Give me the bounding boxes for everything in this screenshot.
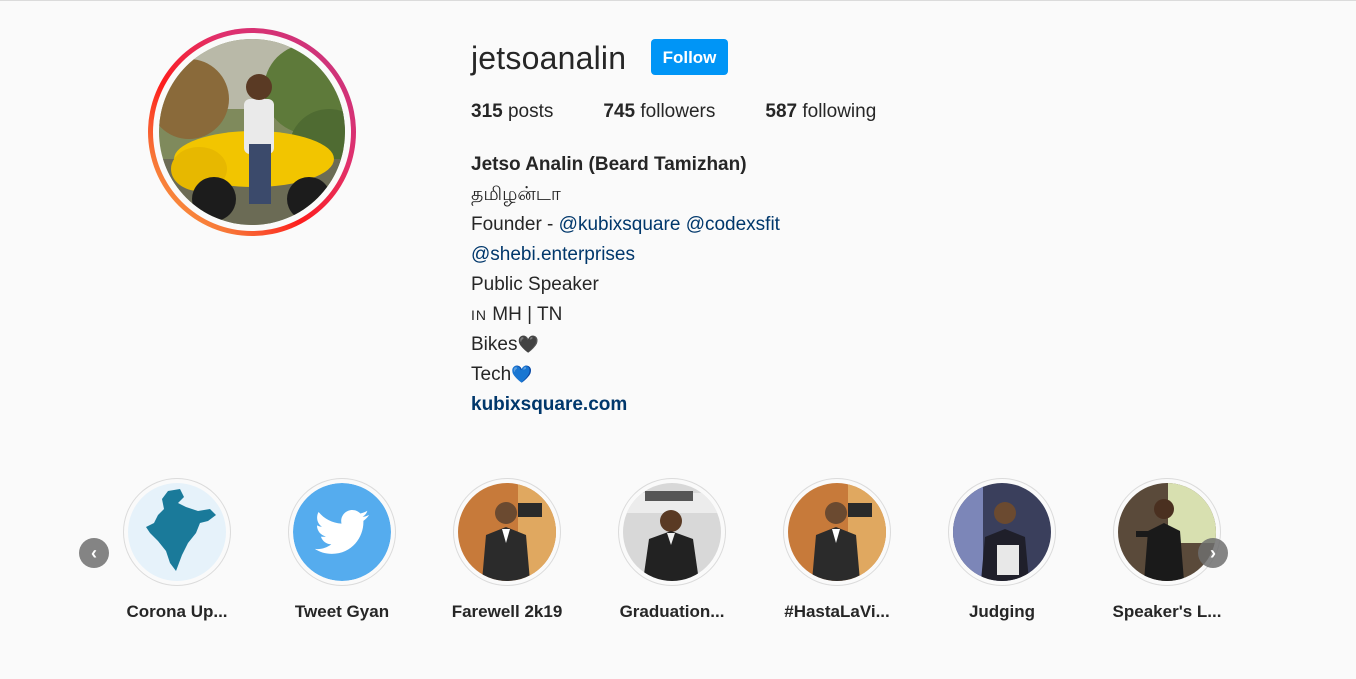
- highlight-item[interactable]: Farewell 2k19: [437, 478, 577, 622]
- website-link[interactable]: kubixsquare.com: [471, 394, 627, 415]
- bio-website-line: kubixsquare.com: [471, 390, 780, 420]
- highlight-ring: [1113, 478, 1221, 586]
- posts-label: posts: [507, 101, 554, 122]
- black-heart-icon: 🖤: [517, 335, 539, 354]
- followers-count: 745: [603, 101, 636, 122]
- avatar-photo: [159, 39, 345, 225]
- highlight-ring: [948, 478, 1056, 586]
- highlight-item[interactable]: Tweet Gyan: [272, 478, 412, 622]
- highlight-item[interactable]: #HastaLaVi...: [767, 478, 907, 622]
- story-highlights: Corona Up... Tweet Gyan Farewell 2k19 Gr…: [0, 478, 1356, 638]
- bio-mention-line: @shebi.enterprises: [471, 240, 780, 270]
- bio-public-speaker: Public Speaker: [471, 274, 599, 295]
- highlight-label: Graduation...: [619, 602, 725, 621]
- profile-username: jetsoanalin: [471, 40, 627, 76]
- profile-avatar[interactable]: [148, 28, 356, 236]
- bio-tech-line: Tech💙: [471, 360, 780, 390]
- profile-stats: 315 posts 745 followers 587 following: [471, 100, 926, 124]
- highlight-label: Judging: [968, 602, 1036, 621]
- person-speaking-icon: [1118, 483, 1216, 581]
- highlight-label: Tweet Gyan: [294, 602, 390, 621]
- following-stat[interactable]: 587 following: [765, 100, 876, 124]
- blue-heart-icon: 💙: [511, 365, 533, 384]
- highlight-ring: [783, 478, 891, 586]
- posts-count: 315: [471, 101, 503, 122]
- profile-full-name: Jetso Analin (Beard Tamizhan): [471, 154, 747, 175]
- highlights-prev-button[interactable]: ‹: [79, 538, 109, 568]
- highlight-label: Speaker's L...: [1112, 602, 1222, 621]
- highlight-item[interactable]: Graduation...: [602, 478, 742, 622]
- highlights-next-button[interactable]: ›: [1198, 538, 1228, 568]
- person-judging-icon: [953, 483, 1051, 581]
- mention-shebi-enterprises[interactable]: @shebi.enterprises: [471, 244, 635, 265]
- following-label: following: [802, 101, 877, 122]
- founder-prefix: Founder -: [471, 214, 559, 235]
- highlight-ring: [618, 478, 726, 586]
- bikes-text: Bikes: [471, 334, 518, 355]
- highlight-item[interactable]: Corona Up...: [107, 478, 247, 622]
- twitter-bird-icon: [293, 483, 391, 581]
- person-graduation-icon: [623, 483, 721, 581]
- highlight-label: Corona Up...: [126, 602, 228, 621]
- bio-bikes-line: Bikes🖤: [471, 330, 780, 360]
- tech-text: Tech: [471, 364, 512, 385]
- mention-codexsfit[interactable]: @codexsfit: [686, 214, 780, 235]
- highlight-ring: [453, 478, 561, 586]
- person-suit-icon: [458, 483, 556, 581]
- followers-stat[interactable]: 745 followers: [603, 100, 715, 124]
- bio-founder-line: Founder - @kubixsquare @codexsfit: [471, 210, 780, 240]
- top-border: [0, 0, 1356, 1]
- highlight-ring: [123, 478, 231, 586]
- bio-location: MH | TN: [487, 304, 563, 325]
- following-count: 587: [765, 101, 798, 122]
- highlight-item[interactable]: Judging: [932, 478, 1072, 622]
- highlight-label: #HastaLaVi...: [784, 602, 890, 621]
- india-flag-icon: IN: [471, 307, 487, 323]
- follow-button[interactable]: Follow: [651, 39, 728, 75]
- bio-location-line: IN MH | TN: [471, 300, 780, 330]
- profile-bio: Jetso Analin (Beard Tamizhan) தமிழன்டா F…: [471, 150, 780, 420]
- highlight-ring: [288, 478, 396, 586]
- posts-stat: 315 posts: [471, 100, 553, 124]
- highlight-label: Farewell 2k19: [451, 602, 563, 621]
- followers-label: followers: [640, 101, 716, 122]
- person-suit-icon: [788, 483, 886, 581]
- india-map-icon: [128, 483, 226, 581]
- mention-kubixsquare[interactable]: @kubixsquare: [559, 214, 681, 235]
- bio-tamil-line: தமிழன்டா: [471, 184, 561, 205]
